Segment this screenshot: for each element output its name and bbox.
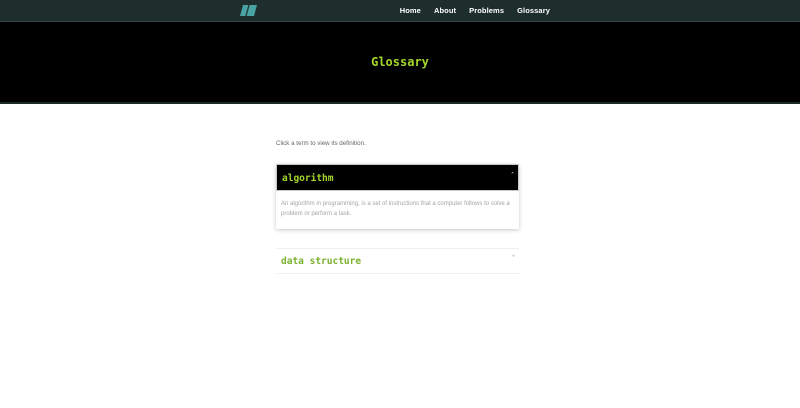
top-navbar: Home About Problems Glossary bbox=[0, 0, 800, 22]
nav-link-problems[interactable]: Problems bbox=[469, 6, 504, 15]
term-definition: An algorithm in programming, is a set of… bbox=[281, 201, 510, 217]
logo-parallelogram-icon[interactable] bbox=[240, 5, 257, 16]
intro-text: Click a term to view its definition. bbox=[276, 140, 366, 147]
chevron-down-icon: ˅ bbox=[512, 255, 515, 262]
nav-link-glossary[interactable]: Glossary bbox=[517, 6, 550, 15]
glossary-item-data-structure[interactable]: data structure ˅ bbox=[276, 248, 519, 274]
hero-divider bbox=[0, 102, 800, 104]
term-title: data structure bbox=[281, 256, 362, 267]
glossary-item-algorithm: algorithm ˄ An algorithm in programming,… bbox=[276, 164, 519, 229]
page-title: Glossary bbox=[371, 55, 429, 69]
nav-link-home[interactable]: Home bbox=[400, 6, 421, 15]
term-title: algorithm bbox=[282, 173, 334, 184]
accordion-header-algorithm[interactable]: algorithm ˄ bbox=[276, 164, 519, 191]
nav-links: Home About Problems Glossary bbox=[387, 0, 550, 21]
nav-link-about[interactable]: About bbox=[434, 6, 456, 15]
chevron-up-icon: ˄ bbox=[511, 172, 514, 179]
